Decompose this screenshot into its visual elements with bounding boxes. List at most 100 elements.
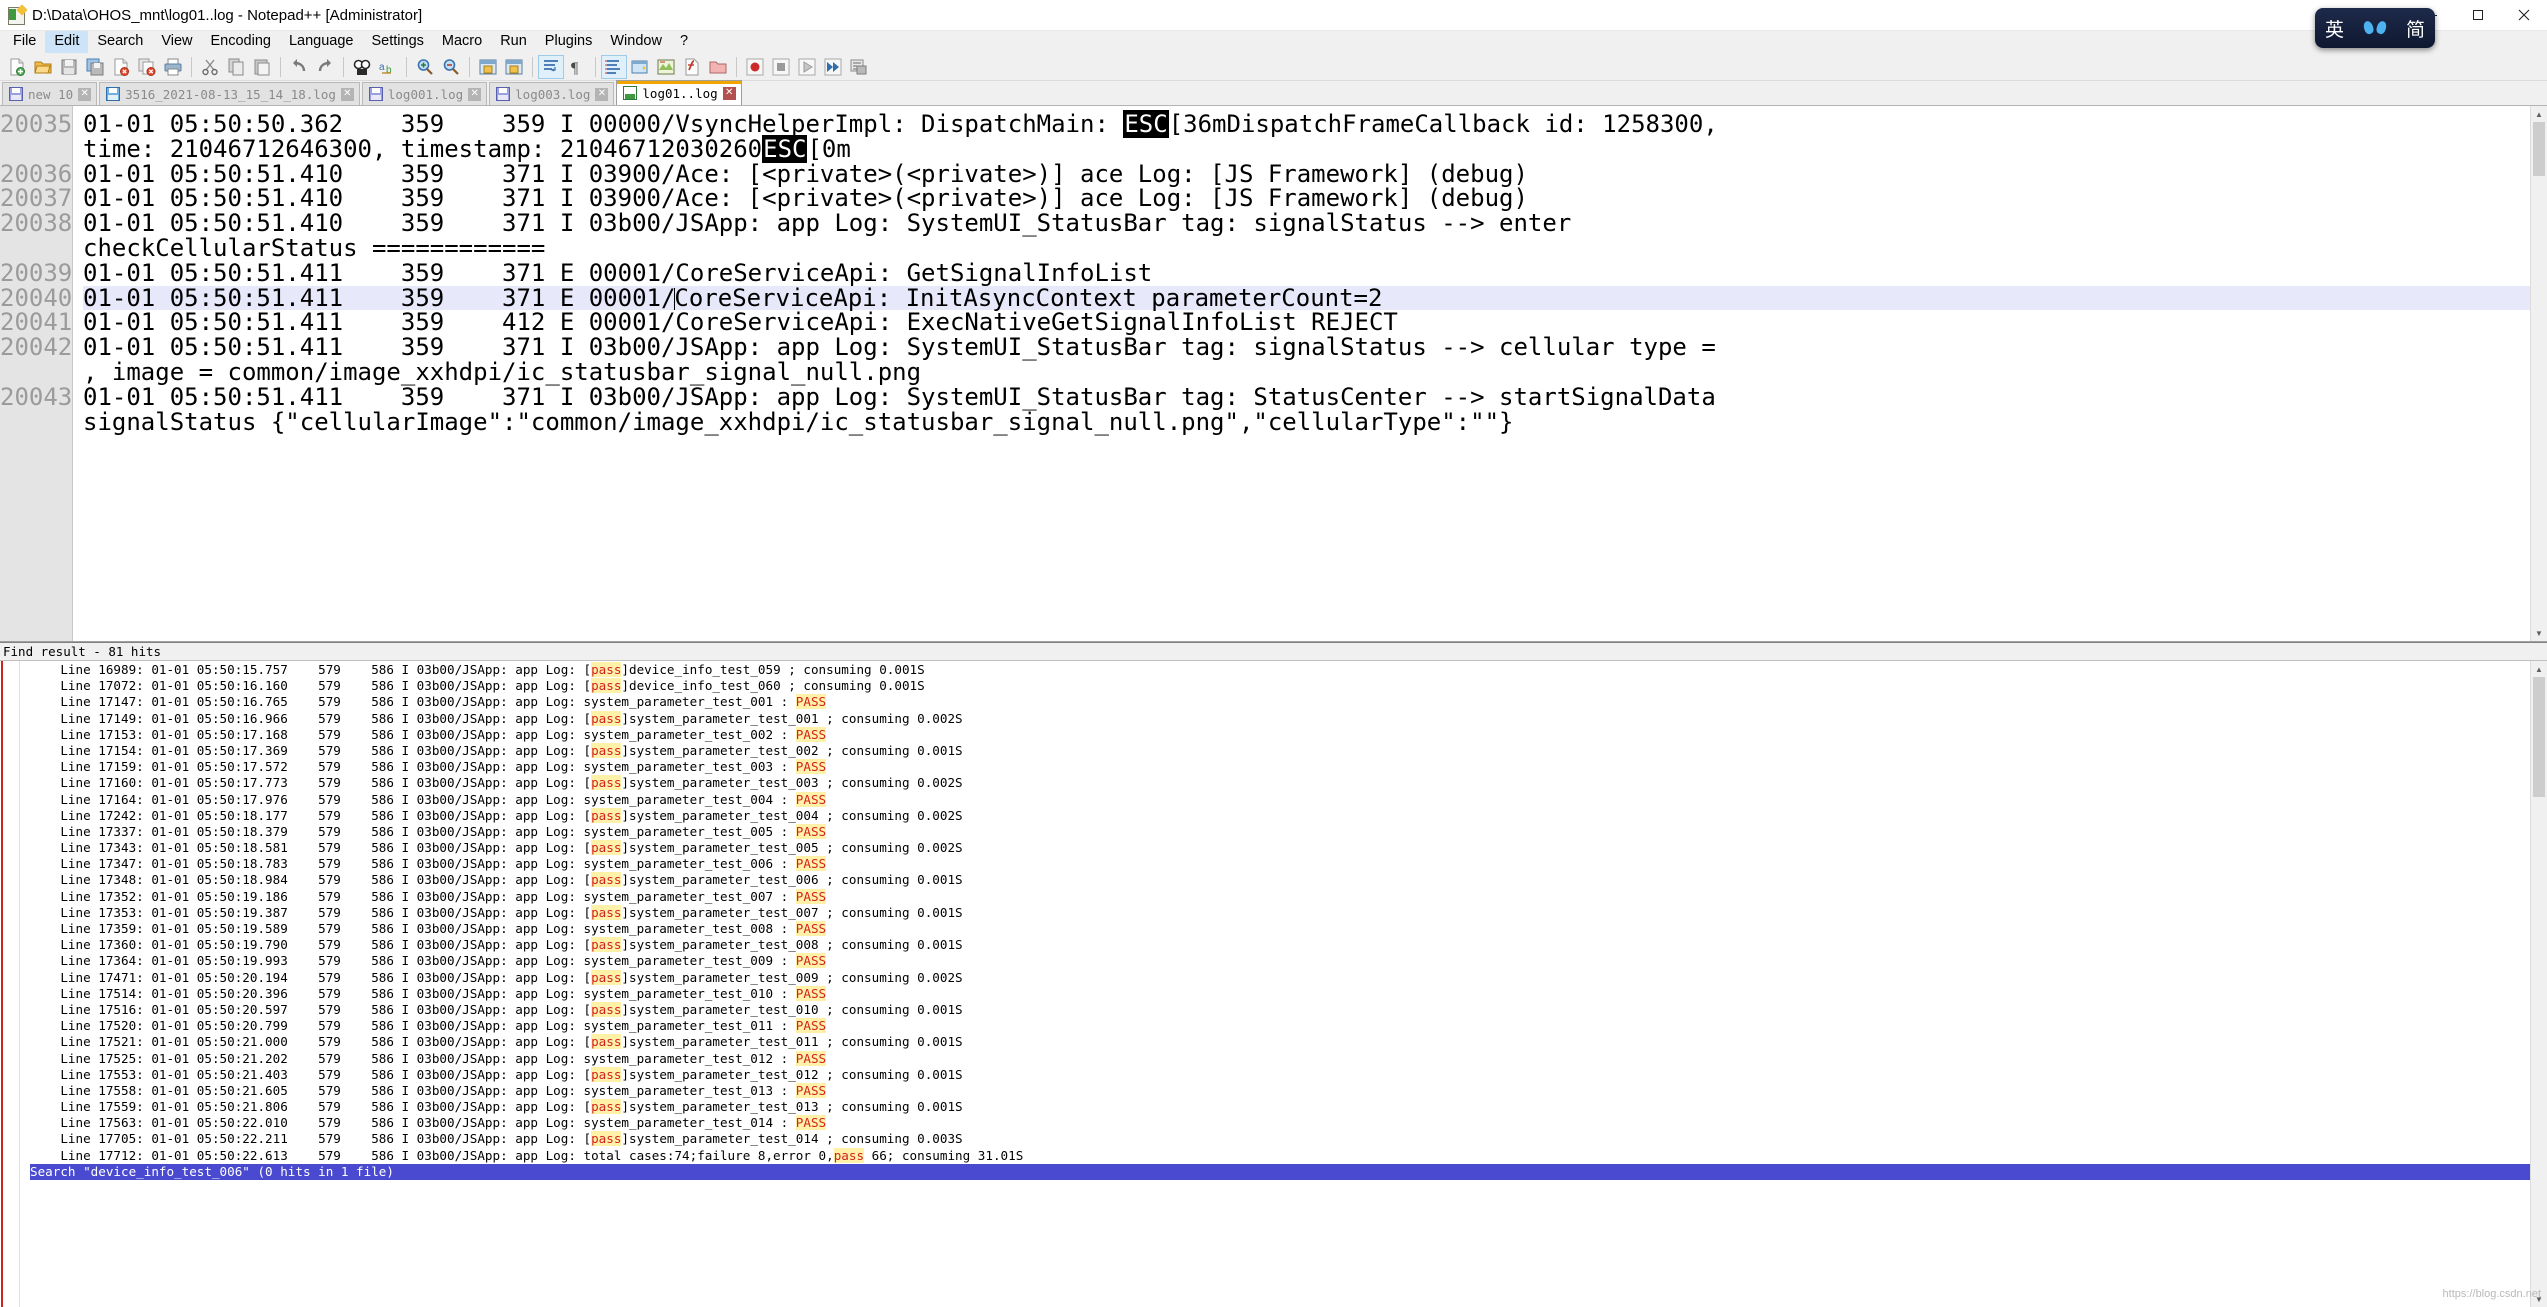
- find-result-row[interactable]: Line 17347: 01-01 05:50:18.783 579 586 I…: [30, 856, 2547, 872]
- find-result-row[interactable]: Line 17558: 01-01 05:50:21.605 579 586 I…: [30, 1082, 2547, 1099]
- find-result-row[interactable]: Line 17359: 01-01 05:50:19.589 579 586 I…: [30, 921, 2547, 937]
- tab-close-icon[interactable]: ✕: [340, 87, 354, 101]
- find-result-row[interactable]: Line 17705: 01-01 05:50:22.211 579 586 I…: [30, 1131, 2547, 1147]
- stop-macro-icon[interactable]: [768, 55, 794, 79]
- find-result-row[interactable]: Line 17514: 01-01 05:50:20.396 579 586 I…: [30, 985, 2547, 1002]
- find-result-row[interactable]: Line 17242: 01-01 05:50:18.177 579 586 I…: [30, 807, 2547, 824]
- code-line[interactable]: 01-01 05:50:50.362 359 359 I 00000/Vsync…: [83, 110, 2547, 138]
- open-file-icon[interactable]: [30, 55, 56, 79]
- ime-mode-label[interactable]: 英: [2325, 15, 2344, 42]
- find-result-row[interactable]: Line 17520: 01-01 05:50:20.799 579 586 I…: [30, 1018, 2547, 1034]
- find-result-row[interactable]: Line 17149: 01-01 05:50:16.966 579 586 I…: [30, 710, 2547, 727]
- document-map-icon[interactable]: [653, 55, 679, 79]
- code-line[interactable]: 01-01 05:50:51.410 359 371 I 03b00/JSApp…: [83, 211, 2547, 236]
- new-file-icon[interactable]: [4, 55, 30, 79]
- code-line[interactable]: signalStatus {"cellularImage":"common/im…: [83, 409, 2547, 435]
- scroll-thumb[interactable]: [2533, 122, 2545, 176]
- code-line[interactable]: time: 21046712646300, timestamp: 2104671…: [83, 134, 2547, 163]
- find-result-row[interactable]: Line 17072: 01-01 05:50:16.160 579 586 I…: [30, 678, 2547, 694]
- find-result-row[interactable]: Line 17364: 01-01 05:50:19.993 579 586 I…: [30, 953, 2547, 969]
- code-line[interactable]: 01-01 05:50:51.411 359 371 I 03b00/JSApp…: [83, 384, 2547, 410]
- find-result-row[interactable]: Line 17154: 01-01 05:50:17.369 579 586 I…: [30, 742, 2547, 759]
- find-result-row[interactable]: Line 17343: 01-01 05:50:18.581 579 586 I…: [30, 840, 2547, 856]
- tab-close-icon[interactable]: ✕: [595, 87, 609, 101]
- find-result-row[interactable]: Line 17525: 01-01 05:50:21.202 579 586 I…: [30, 1050, 2547, 1067]
- cut-icon[interactable]: [197, 55, 223, 79]
- code-line[interactable]: 01-01 05:50:51.411 359 371 E 00001/CoreS…: [83, 260, 2547, 286]
- find-icon[interactable]: [349, 55, 375, 79]
- find-result-row[interactable]: Line 17471: 01-01 05:50:20.194 579 586 I…: [30, 969, 2547, 986]
- find-result-row[interactable]: Line 17348: 01-01 05:50:18.984 579 586 I…: [30, 872, 2547, 888]
- scroll-down-arrow[interactable]: ▼: [2531, 625, 2547, 641]
- editor-area[interactable]: 20035 20036 20037 20038 20039 20040 20041 200…: [0, 106, 2547, 642]
- close-button[interactable]: [2501, 0, 2547, 30]
- code-line[interactable]: 01-01 05:50:51.411 359 371 E 00001/CoreS…: [83, 285, 2547, 311]
- menu-help[interactable]: ?: [671, 31, 697, 53]
- find-result-footer[interactable]: Search "device_info_test_006" (0 hits in…: [30, 1163, 2547, 1180]
- tab-log003[interactable]: log003.log ✕: [489, 82, 615, 105]
- function-list-icon[interactable]: [679, 55, 705, 79]
- find-scroll-thumb[interactable]: [2533, 677, 2545, 797]
- find-result-row[interactable]: Line 17164: 01-01 05:50:17.976 579 586 I…: [30, 791, 2547, 808]
- menu-window[interactable]: Window: [601, 31, 671, 53]
- find-result-panel[interactable]: Line 16989: 01-01 05:50:15.757 579 586 I…: [0, 661, 2547, 1307]
- find-result-row[interactable]: Line 17521: 01-01 05:50:21.000 579 586 I…: [30, 1034, 2547, 1050]
- undo-icon[interactable]: [286, 55, 312, 79]
- paste-icon[interactable]: [249, 55, 275, 79]
- user-defined-dialog-icon[interactable]: [627, 55, 653, 79]
- code-line[interactable]: 01-01 05:50:51.411 359 412 E 00001/CoreS…: [83, 310, 2547, 335]
- find-scroll-up-arrow[interactable]: ▲: [2531, 661, 2547, 677]
- find-result-list[interactable]: Line 16989: 01-01 05:50:15.757 579 586 I…: [20, 661, 2547, 1307]
- record-macro-icon[interactable]: [742, 55, 768, 79]
- show-all-chars-icon[interactable]: ¶: [564, 55, 590, 79]
- save-icon[interactable]: [56, 55, 82, 79]
- ime-shape-label[interactable]: 简: [2406, 15, 2425, 42]
- find-result-row[interactable]: Line 17337: 01-01 05:50:18.379 579 586 I…: [30, 823, 2547, 840]
- print-icon[interactable]: [160, 55, 186, 79]
- menu-edit[interactable]: Edit: [45, 31, 89, 53]
- zoom-out-icon[interactable]: [438, 55, 464, 79]
- find-result-row[interactable]: Line 17147: 01-01 05:50:16.765 579 586 I…: [30, 694, 2547, 710]
- close-file-icon[interactable]: [108, 55, 134, 79]
- find-vertical-scrollbar[interactable]: ▲ ▼: [2530, 661, 2547, 1307]
- code-line[interactable]: 01-01 05:50:51.410 359 371 I 03900/Ace: …: [83, 161, 2547, 187]
- find-result-row[interactable]: Line 17712: 01-01 05:50:22.613 579 586 I…: [30, 1147, 2547, 1164]
- save-all-icon[interactable]: [82, 55, 108, 79]
- code-line[interactable]: , image = common/image_xxhdpi/ic_statusb…: [83, 360, 2547, 385]
- tab-3516-log[interactable]: 3516_2021-08-13_15_14_18.log ✕: [99, 82, 360, 105]
- maximize-button[interactable]: [2455, 0, 2501, 30]
- redo-icon[interactable]: [312, 55, 338, 79]
- tab-log001[interactable]: log001.log ✕: [361, 82, 488, 105]
- find-result-row[interactable]: Line 17160: 01-01 05:50:17.773 579 586 I…: [30, 775, 2547, 791]
- find-result-row[interactable]: Line 17553: 01-01 05:50:21.403 579 586 I…: [30, 1066, 2547, 1083]
- fast-playback-icon[interactable]: [820, 55, 846, 79]
- menu-settings[interactable]: Settings: [362, 31, 432, 53]
- menu-language[interactable]: Language: [280, 31, 363, 53]
- sync-horizontal-icon[interactable]: [501, 55, 527, 79]
- zoom-in-icon[interactable]: [412, 55, 438, 79]
- find-result-row[interactable]: Line 17559: 01-01 05:50:21.806 579 586 I…: [30, 1099, 2547, 1115]
- code-text[interactable]: 01-01 05:50:50.362 359 359 I 00000/Vsync…: [73, 106, 2547, 641]
- copy-icon[interactable]: [223, 55, 249, 79]
- folder-as-workspace-icon[interactable]: [705, 55, 731, 79]
- play-macro-icon[interactable]: [794, 55, 820, 79]
- find-result-row[interactable]: Line 17159: 01-01 05:50:17.572 579 586 I…: [30, 759, 2547, 775]
- tab-log01[interactable]: log01..log ✕: [616, 80, 742, 105]
- scroll-up-arrow[interactable]: ▲: [2531, 106, 2547, 122]
- find-result-row[interactable]: Line 17352: 01-01 05:50:19.186 579 586 I…: [30, 888, 2547, 905]
- menu-search[interactable]: Search: [88, 31, 152, 53]
- replace-icon[interactable]: ab: [375, 55, 401, 79]
- save-macro-icon[interactable]: [846, 55, 872, 79]
- indent-guide-icon[interactable]: [601, 54, 627, 79]
- find-result-row[interactable]: Line 17153: 01-01 05:50:17.168 579 586 I…: [30, 726, 2547, 743]
- editor-vertical-scrollbar[interactable]: ▲ ▼: [2530, 106, 2547, 641]
- find-result-row[interactable]: Line 17360: 01-01 05:50:19.790 579 586 I…: [30, 937, 2547, 953]
- menu-macro[interactable]: Macro: [433, 31, 491, 53]
- word-wrap-icon[interactable]: [538, 54, 564, 79]
- menu-encoding[interactable]: Encoding: [202, 31, 280, 53]
- ime-toolbar[interactable]: 英 简: [2315, 8, 2435, 48]
- menu-view[interactable]: View: [152, 31, 201, 53]
- find-result-row[interactable]: Line 17563: 01-01 05:50:22.010 579 586 I…: [30, 1115, 2547, 1131]
- code-line[interactable]: 01-01 05:50:51.411 359 371 I 03b00/JSApp…: [83, 335, 2547, 360]
- menu-plugins[interactable]: Plugins: [536, 31, 602, 53]
